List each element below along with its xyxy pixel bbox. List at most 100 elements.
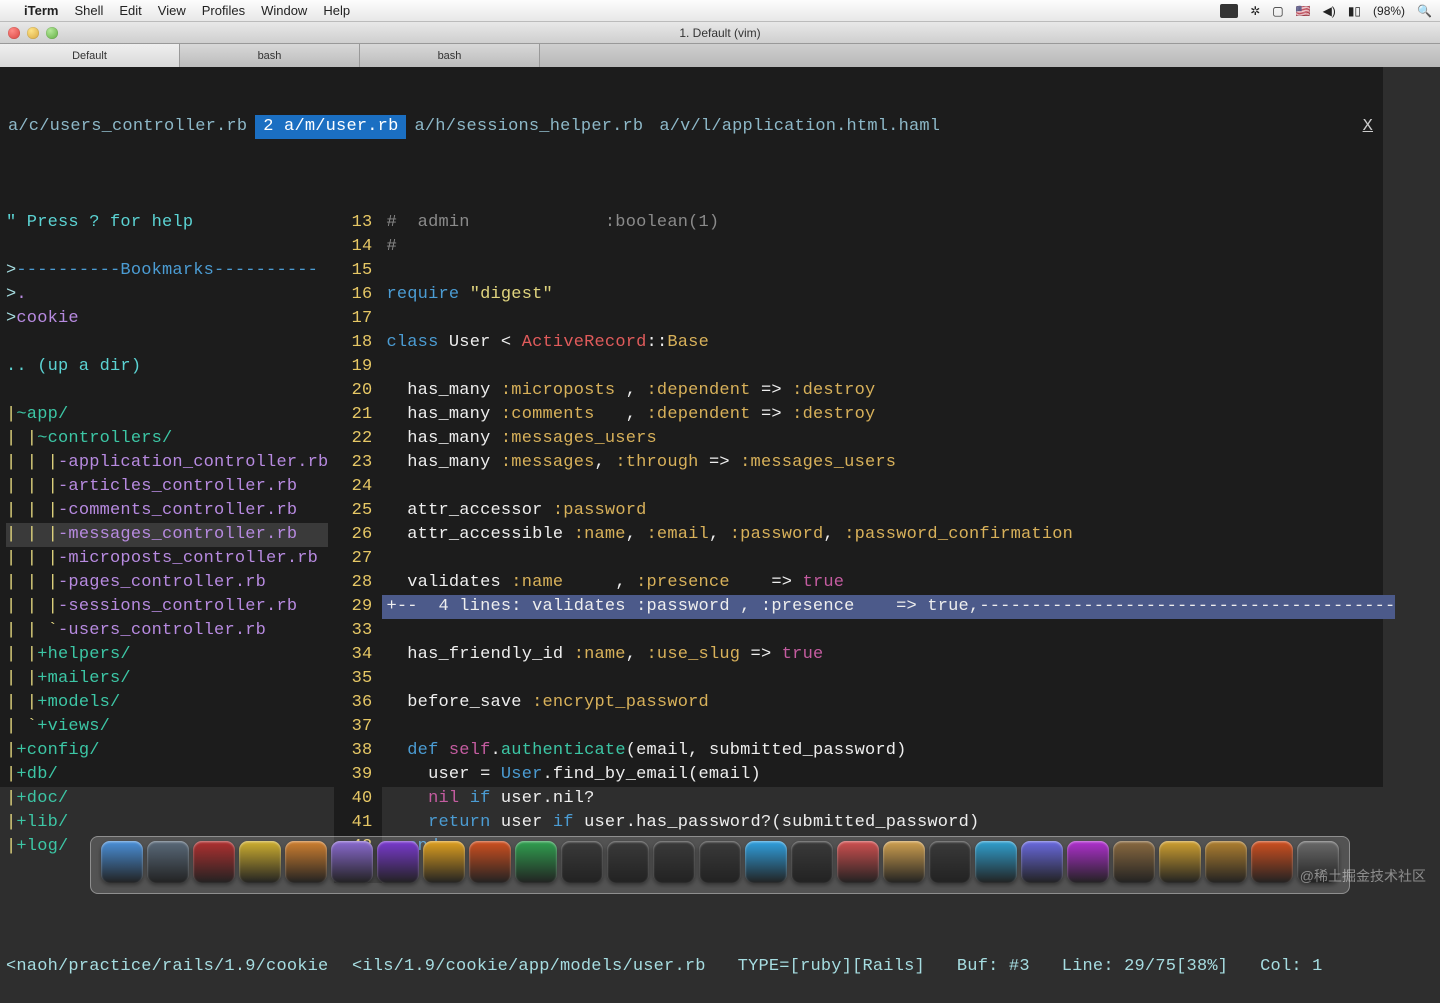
code-line[interactable] xyxy=(382,355,1395,379)
menu-extra-icon[interactable] xyxy=(1220,4,1238,18)
vim-buffer-tab[interactable]: a/c/users_controller.rb xyxy=(0,115,255,139)
window-titlebar[interactable]: 1. Default (vim) xyxy=(0,22,1440,44)
code-line[interactable]: has_many :messages_users xyxy=(382,427,1395,451)
tree-line[interactable]: | | |-sessions_controller.rb xyxy=(6,595,328,619)
tree-line[interactable] xyxy=(6,379,328,403)
code-line[interactable]: # admin :boolean(1) xyxy=(382,211,1395,235)
iterm-tab[interactable]: bash xyxy=(360,44,540,67)
tree-line[interactable]: |+doc/ xyxy=(6,787,328,811)
code-line[interactable]: user = User.find_by_email(email) xyxy=(382,763,1395,787)
menu-help[interactable]: Help xyxy=(323,3,350,18)
dock-app-icon[interactable] xyxy=(515,841,557,883)
menu-edit[interactable]: Edit xyxy=(119,3,141,18)
tree-line[interactable]: | | |-microposts_controller.rb xyxy=(6,547,328,571)
code-line[interactable] xyxy=(382,547,1395,571)
tree-line[interactable]: >cookie xyxy=(6,307,328,331)
dock-app-icon[interactable] xyxy=(975,841,1017,883)
volume-icon[interactable]: ◀) xyxy=(1323,4,1336,18)
tree-line[interactable]: .. (up a dir) xyxy=(6,355,328,379)
tree-line[interactable]: | |+models/ xyxy=(6,691,328,715)
tree-line[interactable]: |+config/ xyxy=(6,739,328,763)
vim-buffer-tab[interactable]: a/v/l/application.html.haml xyxy=(651,115,948,139)
close-window-button[interactable] xyxy=(8,27,20,39)
iterm-tab[interactable]: bash xyxy=(180,44,360,67)
menu-view[interactable]: View xyxy=(158,3,186,18)
dock-app-icon[interactable] xyxy=(1113,841,1155,883)
dock-app-icon[interactable] xyxy=(837,841,879,883)
code-line[interactable]: attr_accessible :name, :email, :password… xyxy=(382,523,1395,547)
menu-profiles[interactable]: Profiles xyxy=(202,3,245,18)
zoom-window-button[interactable] xyxy=(46,27,58,39)
dock-app-icon[interactable] xyxy=(883,841,925,883)
code-line[interactable]: before_save :encrypt_password xyxy=(382,691,1395,715)
dock-app-icon[interactable] xyxy=(469,841,511,883)
dock-app-icon[interactable] xyxy=(607,841,649,883)
minimize-window-button[interactable] xyxy=(27,27,39,39)
dock-app-icon[interactable] xyxy=(1159,841,1201,883)
menu-extra-icon[interactable]: ▢ xyxy=(1272,4,1283,18)
dock-app-icon[interactable] xyxy=(285,841,327,883)
tree-line[interactable]: | | `-users_controller.rb xyxy=(6,619,328,643)
dock-app-icon[interactable] xyxy=(147,841,189,883)
tree-line[interactable]: >. xyxy=(6,283,328,307)
dock-app-icon[interactable] xyxy=(423,841,465,883)
code-line[interactable]: has_many :comments , :dependent => :dest… xyxy=(382,403,1395,427)
vim-buffer-tab[interactable]: 2 a/m/user.rb xyxy=(255,115,406,139)
terminal-vim[interactable]: a/c/users_controller.rb 2 a/m/user.rb a/… xyxy=(0,67,1383,787)
code-line[interactable]: +-- 4 lines: validates :password , :pres… xyxy=(382,595,1395,619)
dock-app-icon[interactable] xyxy=(653,841,695,883)
dock-app-icon[interactable] xyxy=(1021,841,1063,883)
code-line[interactable]: validates :name , :presence => true xyxy=(382,571,1395,595)
code-line[interactable]: class User < ActiveRecord::Base xyxy=(382,331,1395,355)
code-line[interactable]: def self.authenticate(email, submitted_p… xyxy=(382,739,1395,763)
spotlight-icon[interactable]: 🔍 xyxy=(1417,4,1432,18)
code-line[interactable] xyxy=(382,667,1395,691)
tree-line[interactable]: |+lib/ xyxy=(6,811,328,835)
dock-app-icon[interactable] xyxy=(331,841,373,883)
code-line[interactable]: # xyxy=(382,235,1395,259)
menu-shell[interactable]: Shell xyxy=(74,3,103,18)
code-line[interactable]: has_friendly_id :name, :use_slug => true xyxy=(382,643,1395,667)
code-line[interactable]: return user if user.has_password?(submit… xyxy=(382,811,1395,835)
dock-app-icon[interactable] xyxy=(699,841,741,883)
dock-app-icon[interactable] xyxy=(929,841,971,883)
tree-line[interactable]: | | |-comments_controller.rb xyxy=(6,499,328,523)
flag-icon[interactable]: 🇺🇸 xyxy=(1296,4,1311,18)
tree-line[interactable] xyxy=(6,331,328,355)
vim-buffer-tab[interactable]: a/h/sessions_helper.rb xyxy=(406,115,651,139)
menu-extra-icon[interactable]: ✲ xyxy=(1250,4,1260,18)
code-line[interactable]: nil if user.nil? xyxy=(382,787,1395,811)
code-line[interactable] xyxy=(382,259,1395,283)
vim-tab-close[interactable]: X xyxy=(1353,115,1383,139)
menubar-app[interactable]: iTerm xyxy=(24,3,58,18)
tree-line[interactable]: | | |-pages_controller.rb xyxy=(6,571,328,595)
code-line[interactable] xyxy=(382,619,1395,643)
vim-editor-pane[interactable]: 1314151617181920212223242526272829333435… xyxy=(334,211,1395,883)
code-line[interactable]: has_many :messages, :through => :message… xyxy=(382,451,1395,475)
code-line[interactable] xyxy=(382,475,1395,499)
tree-line[interactable]: |~app/ xyxy=(6,403,328,427)
dock-app-icon[interactable] xyxy=(1205,841,1247,883)
code-area[interactable]: # admin :boolean(1)#require "digest"clas… xyxy=(382,211,1395,883)
dock-app-icon[interactable] xyxy=(1067,841,1109,883)
tree-line[interactable]: | `+views/ xyxy=(6,715,328,739)
tree-line[interactable]: | | |-messages_controller.rb xyxy=(6,523,328,547)
dock-app-icon[interactable] xyxy=(745,841,787,883)
tree-line[interactable]: | |+helpers/ xyxy=(6,643,328,667)
tree-line[interactable]: " Press ? for help xyxy=(6,211,328,235)
nerdtree-sidebar[interactable]: " Press ? for help>----------Bookmarks--… xyxy=(0,211,334,883)
code-line[interactable] xyxy=(382,715,1395,739)
tree-line[interactable]: | | |-articles_controller.rb xyxy=(6,475,328,499)
tree-line[interactable]: | |~controllers/ xyxy=(6,427,328,451)
code-line[interactable]: has_many :microposts , :dependent => :de… xyxy=(382,379,1395,403)
dock-app-icon[interactable] xyxy=(791,841,833,883)
code-line[interactable] xyxy=(382,307,1395,331)
dock-app-icon[interactable] xyxy=(1251,841,1293,883)
tree-line[interactable] xyxy=(6,235,328,259)
dock-app-icon[interactable] xyxy=(561,841,603,883)
code-line[interactable]: attr_accessor :password xyxy=(382,499,1395,523)
dock-app-icon[interactable] xyxy=(239,841,281,883)
dock-app-icon[interactable] xyxy=(377,841,419,883)
battery-icon[interactable]: ▮▯ xyxy=(1348,4,1361,18)
iterm-tab[interactable]: Default xyxy=(0,44,180,67)
